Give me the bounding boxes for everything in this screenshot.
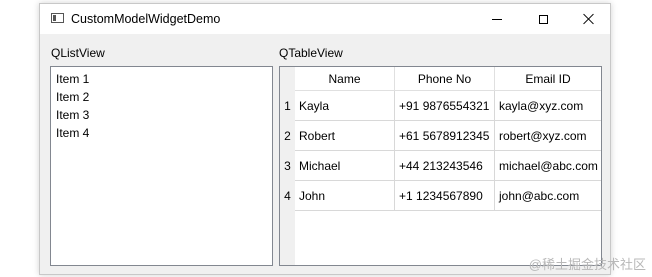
maximize-icon <box>538 14 548 24</box>
column-header-email[interactable]: Email ID <box>495 67 601 91</box>
row-header[interactable]: 1 <box>280 91 295 121</box>
list-item[interactable]: Item 3 <box>51 106 272 124</box>
close-button[interactable] <box>566 4 612 34</box>
table-cell[interactable]: John <box>295 181 395 211</box>
list-item[interactable]: Item 2 <box>51 88 272 106</box>
list-item[interactable]: Item 1 <box>51 70 272 88</box>
table-cell[interactable]: +44 213243546 <box>395 151 495 181</box>
table-cell[interactable]: Kayla <box>295 91 395 121</box>
table-cell[interactable]: kayla@xyz.com <box>495 91 601 121</box>
row-header[interactable]: 2 <box>280 121 295 151</box>
table-cell[interactable]: Michael <box>295 151 395 181</box>
table-cell[interactable]: michael@abc.com <box>495 151 601 181</box>
title-bar[interactable]: CustomModelWidgetDemo <box>40 4 610 34</box>
table-cell[interactable]: +61 5678912345 <box>395 121 495 151</box>
list-view[interactable]: Item 1 Item 2 Item 3 Item 4 <box>50 66 273 266</box>
minimize-button[interactable] <box>474 4 520 34</box>
app-window: CustomModelWidgetDemo QListView QTableVi… <box>39 3 611 275</box>
watermark-text: @稀土掘金技术社区 <box>528 257 646 272</box>
table-view[interactable]: Name Phone No Email ID 1 Kayla +91 98765… <box>279 66 602 266</box>
table-view-label: QTableView <box>279 46 343 60</box>
list-item[interactable]: Item 4 <box>51 124 272 142</box>
list-view-label: QListView <box>51 46 105 60</box>
table-cell[interactable]: robert@xyz.com <box>495 121 601 151</box>
column-header-name[interactable]: Name <box>295 67 395 91</box>
row-header[interactable]: 4 <box>280 181 295 211</box>
row-header[interactable]: 3 <box>280 151 295 181</box>
column-header-phone[interactable]: Phone No <box>395 67 495 91</box>
table-corner-button[interactable] <box>280 67 295 91</box>
table-cell[interactable]: +91 9876554321 <box>395 91 495 121</box>
table-cell[interactable]: +1 1234567890 <box>395 181 495 211</box>
maximize-button[interactable] <box>520 4 566 34</box>
close-icon <box>583 13 595 25</box>
table-cell[interactable]: john@abc.com <box>495 181 601 211</box>
window-title: CustomModelWidgetDemo <box>71 12 221 26</box>
app-window-icon <box>51 13 64 23</box>
minimize-icon <box>492 18 502 20</box>
table-cell[interactable]: Robert <box>295 121 395 151</box>
